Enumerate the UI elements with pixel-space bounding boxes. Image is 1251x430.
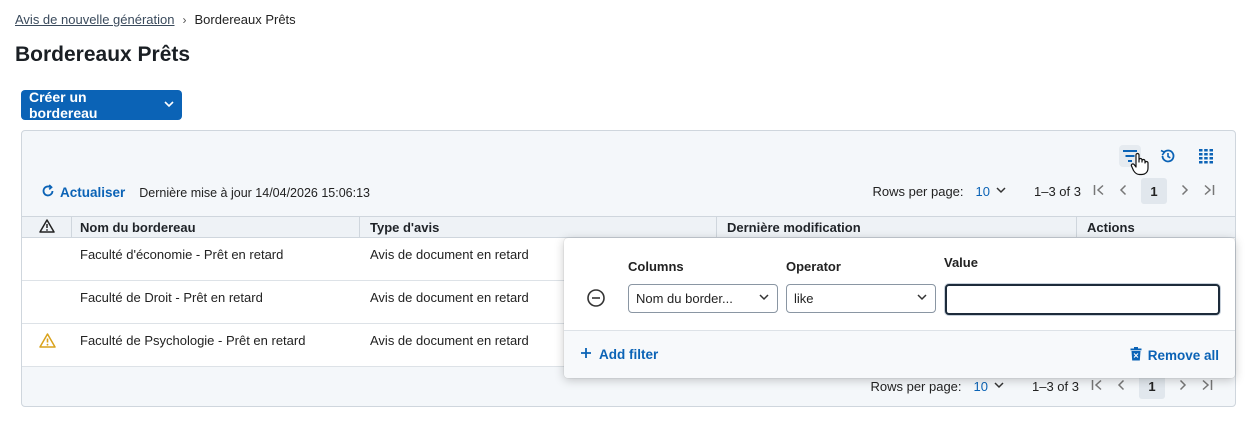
filter-panel: Columns Operator Value Nom du border... …	[564, 238, 1235, 378]
breadcrumb-parent-link[interactable]: Avis de nouvelle génération	[15, 12, 175, 27]
add-filter-button[interactable]: Add filter	[580, 347, 658, 362]
column-header-actions: Actions	[1087, 219, 1135, 235]
chevron-right-icon: ›	[182, 12, 187, 27]
filter-value-input[interactable]	[945, 284, 1220, 315]
first-page-icon[interactable]	[1091, 379, 1103, 394]
warning-icon	[38, 333, 56, 351]
refresh-row: Actualiser Dernière mise à jour 14/04/20…	[41, 184, 370, 201]
warning-icon	[38, 218, 55, 236]
first-page-icon[interactable]	[1093, 184, 1105, 199]
remove-all-button[interactable]: Remove all	[1130, 347, 1219, 364]
refresh-icon	[41, 184, 55, 201]
current-page[interactable]: 1	[1141, 178, 1167, 204]
last-page-icon[interactable]	[1203, 184, 1215, 199]
column-header-modified[interactable]: Dernière modification	[717, 217, 1077, 237]
column-select[interactable]: Nom du border...	[628, 284, 778, 313]
operator-select[interactable]: like	[786, 284, 936, 313]
column-select-value: Nom du border...	[636, 291, 733, 306]
page-range: 1–3 of 3	[1034, 183, 1081, 199]
refresh-button[interactable]: Actualiser	[41, 184, 125, 201]
grid-header: Nom du bordereau Type d'avis Dernière mo…	[22, 216, 1235, 238]
next-page-icon[interactable]	[1181, 184, 1189, 199]
add-filter-label: Add filter	[599, 347, 659, 362]
column-header-name[interactable]: Nom du bordereau	[72, 217, 360, 237]
remove-all-label: Remove all	[1147, 348, 1219, 363]
previous-page-icon[interactable]	[1119, 184, 1127, 199]
chevron-down-icon	[164, 99, 174, 111]
rows-per-page-select[interactable]: 10	[976, 184, 990, 199]
row-name: Faculté de Psychologie - Prêt en retard	[80, 333, 306, 348]
chevron-down-icon[interactable]	[996, 186, 1006, 197]
plus-icon	[580, 347, 592, 362]
chevron-down-icon	[759, 293, 769, 304]
warning-cell	[22, 238, 72, 280]
columns-label: Columns	[628, 259, 684, 274]
warning-cell	[22, 324, 72, 366]
last-page-icon[interactable]	[1201, 379, 1213, 394]
breadcrumb-current: Bordereaux Prêts	[194, 12, 296, 27]
warning-column-header	[22, 217, 72, 237]
create-bordereau-label: Créer un bordereau	[29, 89, 98, 121]
rows-per-page-label: Rows per page:	[872, 183, 964, 199]
value-label: Value	[944, 255, 978, 270]
columns-icon[interactable]	[1195, 145, 1217, 167]
remove-filter-icon[interactable]	[586, 288, 606, 308]
page-title: Bordereaux Prêts	[15, 43, 191, 66]
last-update-text: Dernière mise à jour 14/04/2026 15:06:13	[139, 185, 370, 200]
page-range: 1–3 of 3	[1032, 378, 1079, 394]
pagination-top: Rows per page: 10 1–3 of 3 1	[872, 178, 1215, 204]
operator-select-value: like	[794, 291, 814, 306]
breadcrumb: Avis de nouvelle génération › Bordereaux…	[15, 12, 296, 27]
row-name: Faculté de Droit - Prêt en retard	[80, 290, 263, 305]
filter-panel-footer: Add filter Remove all	[564, 330, 1235, 378]
history-icon[interactable]	[1157, 145, 1179, 167]
trash-icon	[1130, 347, 1142, 364]
next-page-icon[interactable]	[1179, 379, 1187, 394]
row-name: Faculté d'économie - Prêt en retard	[80, 247, 284, 262]
refresh-label: Actualiser	[60, 185, 126, 200]
rows-per-page-label: Rows per page:	[870, 378, 962, 394]
operator-label: Operator	[786, 259, 841, 274]
create-bordereau-button[interactable]: Créer un bordereau	[21, 89, 182, 121]
warning-cell	[22, 281, 72, 323]
chevron-down-icon	[917, 293, 927, 304]
column-header-type[interactable]: Type d'avis	[360, 217, 717, 237]
rows-per-page-select[interactable]: 10	[974, 379, 988, 394]
chevron-down-icon[interactable]	[994, 381, 1004, 392]
page-nav: 1	[1093, 178, 1215, 204]
previous-page-icon[interactable]	[1117, 379, 1125, 394]
hand-cursor-icon	[1130, 152, 1150, 176]
